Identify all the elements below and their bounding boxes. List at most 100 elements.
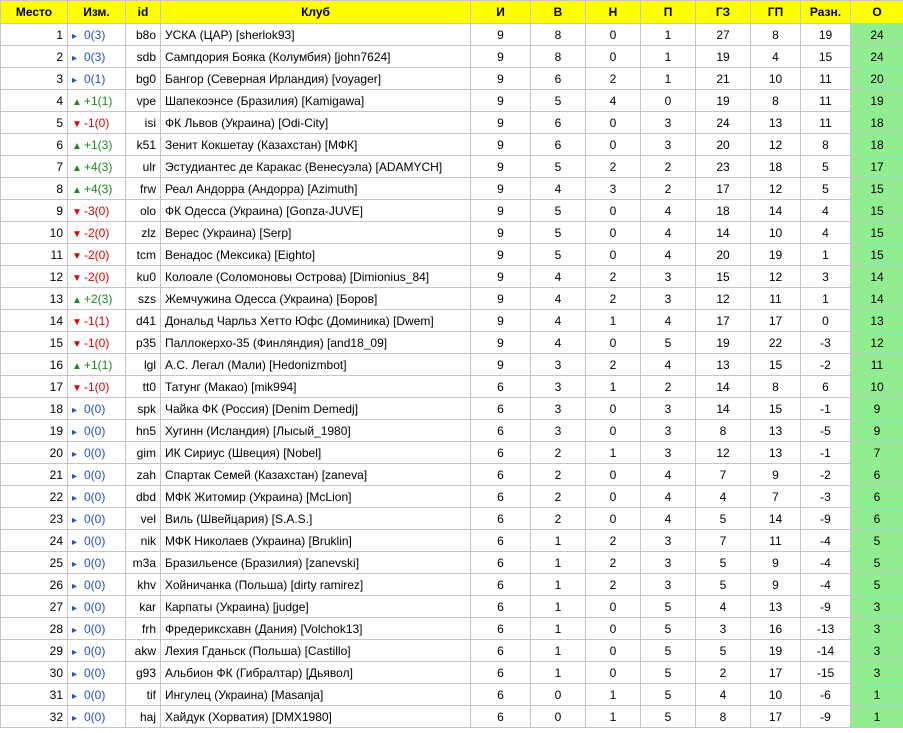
table-row[interactable]: 1 ▸ 0(3) b8o УСКА (ЦАР) [sherlok93] 9 8 0 1 27 8 19… <box>0 23 903 46</box>
cell-place: 16 <box>0 353 68 376</box>
col-header-place[interactable]: Место <box>0 0 68 24</box>
cell-losses: 0 <box>640 89 696 112</box>
table-row[interactable]: 2 ▸ 0(3) sdb Сампдория Бояка (Колумбия) [joh… <box>0 45 903 68</box>
cell-id: g93 <box>125 661 161 684</box>
table-row[interactable]: 22 ▸ 0(0) dbd МФК Житомир (Украина) [McLion]… <box>0 485 903 508</box>
cell-club[interactable]: Спартак Семей (Казахстан) [zaneva] <box>160 463 471 486</box>
table-row[interactable]: 16 ▲ +1(1) lgl А.С. Легал (Мали) [Hedonizmbo… <box>0 353 903 376</box>
col-header-wins[interactable]: В <box>530 0 586 24</box>
cell-club[interactable]: Дональд Чарльз Хетто Юфс (Доминика) [Dwe… <box>160 309 471 332</box>
table-row[interactable]: 3 ▸ 0(1) bg0 Бангор (Северная Ирландия) [voy… <box>0 67 903 90</box>
col-header-points[interactable]: О <box>850 0 903 24</box>
cell-club[interactable]: ИК Сириус (Швеция) [Nobel] <box>160 441 471 464</box>
table-row[interactable]: 18 ▸ 0(0) spk Чайка ФК (Россия) [Denim Demed… <box>0 397 903 420</box>
cell-club[interactable]: Шапекоэнсе (Бразилия) [Kamigawa] <box>160 89 471 112</box>
table-row[interactable]: 30 ▸ 0(0) g93 Альбион ФК (Гибралтар) [Дьявол… <box>0 661 903 684</box>
cell-goals-for: 15 <box>695 265 751 288</box>
cell-club[interactable]: МФК Житомир (Украина) [McLion] <box>160 485 471 508</box>
cell-club[interactable]: Хойничанка (Польша) [dirty ramirez] <box>160 573 471 596</box>
cell-club[interactable]: Бразильенсе (Бразилия) [zanevski] <box>160 551 471 574</box>
cell-club[interactable]: УСКА (ЦАР) [sherlok93] <box>160 23 471 46</box>
cell-club[interactable]: Ингулец (Украина) [Masanja] <box>160 683 471 706</box>
cell-club[interactable]: Карпаты (Украина) [judge] <box>160 595 471 618</box>
table-row[interactable]: 20 ▸ 0(0) gim ИК Сириус (Швеция) [Nobel] 6 2 1 3… <box>0 441 903 464</box>
arrow-up-icon: ▲ <box>72 96 82 108</box>
cell-id: tt0 <box>125 375 161 398</box>
cell-club[interactable]: Альбион ФК (Гибралтар) [Дьявол] <box>160 661 471 684</box>
cell-club[interactable]: Хайдук (Хорватия) [DMX1980] <box>160 705 471 728</box>
cell-id: szs <box>125 287 161 310</box>
cell-change: ▸ 0(0) <box>67 529 126 552</box>
cell-draws: 0 <box>585 661 641 684</box>
col-header-played[interactable]: И <box>470 0 531 24</box>
col-header-club[interactable]: Клуб <box>160 0 471 24</box>
table-row[interactable]: 11 ▼ -2(0) tcm Венадос (Мексика) [Eighto] 9 5 0… <box>0 243 903 266</box>
cell-club[interactable]: Лехия Гданьск (Польша) [Castillo] <box>160 639 471 662</box>
cell-points: 14 <box>850 265 903 288</box>
cell-club[interactable]: Паллокерхо-35 (Финляндия) [and18_09] <box>160 331 471 354</box>
change-value: -1(1) <box>84 313 110 328</box>
table-row[interactable]: 23 ▸ 0(0) vel Виль (Швейцария) [S.A.S.] 6 2 0 4 5… <box>0 507 903 530</box>
cell-club[interactable]: Хугинн (Исландия) [Лысый_1980] <box>160 419 471 442</box>
table-row[interactable]: 21 ▸ 0(0) zah Спартак Семей (Казахстан) [zan… <box>0 463 903 486</box>
table-row[interactable]: 9 ▼ -3(0) olo ФК Одесса (Украина) [Gonza-JUV… <box>0 199 903 222</box>
cell-club[interactable]: Венадос (Мексика) [Eighto] <box>160 243 471 266</box>
cell-id: isi <box>125 111 161 134</box>
table-row[interactable]: 13 ▲ +2(3) szs Жемчужина Одесса (Украина) [Б… <box>0 287 903 310</box>
table-row[interactable]: 27 ▸ 0(0) kar Карпаты (Украина) [judge] 6 1 0 5 4… <box>0 595 903 618</box>
table-row[interactable]: 5 ▼ -1(0) isi ФК Львов (Украина) [Odi-City] 9… <box>0 111 903 134</box>
cell-club[interactable]: ФК Львов (Украина) [Odi-City] <box>160 111 471 134</box>
table-row[interactable]: 28 ▸ 0(0) frh Фредериксхавн (Дания) [Volchok… <box>0 617 903 640</box>
cell-losses: 1 <box>640 23 696 46</box>
table-row[interactable]: 10 ▼ -2(0) zlz Верес (Украина) [Serp] 9 5 0 4 14 1… <box>0 221 903 244</box>
col-header-goal-diff[interactable]: Разн. <box>800 0 851 24</box>
table-row[interactable]: 17 ▼ -1(0) tt0 Татунг (Макао) [mik994] 6 3 1 2 14… <box>0 375 903 398</box>
cell-club[interactable]: Сампдория Бояка (Колумбия) [john7624] <box>160 45 471 68</box>
cell-played: 6 <box>470 507 531 530</box>
table-row[interactable]: 4 ▲ +1(1) vpe Шапекоэнсе (Бразилия) [Kamigaw… <box>0 89 903 112</box>
col-header-id[interactable]: id <box>125 0 161 24</box>
cell-draws: 1 <box>585 375 641 398</box>
cell-place: 28 <box>0 617 68 640</box>
table-row[interactable]: 19 ▸ 0(0) hn5 Хугинн (Исландия) [Лысый_1980]… <box>0 419 903 442</box>
table-row[interactable]: 24 ▸ 0(0) nik МФК Николаев (Украина) [Brukli… <box>0 529 903 552</box>
cell-club[interactable]: Чайка ФК (Россия) [Denim Demedj] <box>160 397 471 420</box>
cell-place: 13 <box>0 287 68 310</box>
table-row[interactable]: 6 ▲ +1(3) k51 Зенит Кокшетау (Казахстан) [МФ… <box>0 133 903 156</box>
change-value: -1(0) <box>84 335 110 350</box>
table-row[interactable]: 7 ▲ +4(3) ulr Эстудиантес де Каракас (Венесу… <box>0 155 903 178</box>
cell-wins: 8 <box>530 23 586 46</box>
cell-club[interactable]: МФК Николаев (Украина) [Bruklin] <box>160 529 471 552</box>
table-row[interactable]: 31 ▸ 0(0) tif Ингулец (Украина) [Masanja] 6 0 1… <box>0 683 903 706</box>
cell-club[interactable]: Эстудиантес де Каракас (Венесуэла) [ADAM… <box>160 155 471 178</box>
table-row[interactable]: 25 ▸ 0(0) m3a Бразильенсе (Бразилия) [zanevs… <box>0 551 903 574</box>
table-row[interactable]: 15 ▼ -1(0) p35 Паллокерхо-35 (Финляндия) [an… <box>0 331 903 354</box>
table-row[interactable]: 26 ▸ 0(0) khv Хойничанка (Польша) [dirty ram… <box>0 573 903 596</box>
cell-club[interactable]: Колоале (Соломоновы Острова) [Dimionius_… <box>160 265 471 288</box>
cell-club[interactable]: Бангор (Северная Ирландия) [voyager] <box>160 67 471 90</box>
cell-club[interactable]: ФК Одесса (Украина) [Gonza-JUVE] <box>160 199 471 222</box>
col-header-goals-against[interactable]: ГП <box>750 0 801 24</box>
cell-club[interactable]: А.С. Легал (Мали) [Hedonizmbot] <box>160 353 471 376</box>
cell-club[interactable]: Верес (Украина) [Serp] <box>160 221 471 244</box>
cell-club[interactable]: Зенит Кокшетау (Казахстан) [МФК] <box>160 133 471 156</box>
col-header-change[interactable]: Изм. <box>67 0 126 24</box>
cell-club[interactable]: Реал Андорра (Андорра) [Azimuth] <box>160 177 471 200</box>
cell-club[interactable]: Виль (Швейцария) [S.A.S.] <box>160 507 471 530</box>
table-row[interactable]: 12 ▼ -2(0) ku0 Колоале (Соломоновы Острова) … <box>0 265 903 288</box>
table-row[interactable]: 32 ▸ 0(0) haj Хайдук (Хорватия) [DMX1980] 6 0 1… <box>0 705 903 728</box>
arrow-right-icon: ▸ <box>72 470 78 482</box>
table-row[interactable]: 14 ▼ -1(1) d41 Дональд Чарльз Хетто Юфс (Дом… <box>0 309 903 332</box>
cell-club[interactable]: Жемчужина Одесса (Украина) [Боров] <box>160 287 471 310</box>
cell-wins: 5 <box>530 221 586 244</box>
col-header-losses[interactable]: П <box>640 0 696 24</box>
table-row[interactable]: 8 ▲ +4(3) frw Реал Андорра (Андорра) [Azimut… <box>0 177 903 200</box>
col-header-goals-for[interactable]: ГЗ <box>695 0 751 24</box>
cell-losses: 3 <box>640 397 696 420</box>
cell-goal-diff: -14 <box>800 639 851 662</box>
cell-club[interactable]: Фредериксхавн (Дания) [Volchok13] <box>160 617 471 640</box>
cell-goals-against: 12 <box>750 133 801 156</box>
cell-club[interactable]: Татунг (Макао) [mik994] <box>160 375 471 398</box>
col-header-draws[interactable]: Н <box>585 0 641 24</box>
table-row[interactable]: 29 ▸ 0(0) akw Лехия Гданьск (Польша) [Castil… <box>0 639 903 662</box>
